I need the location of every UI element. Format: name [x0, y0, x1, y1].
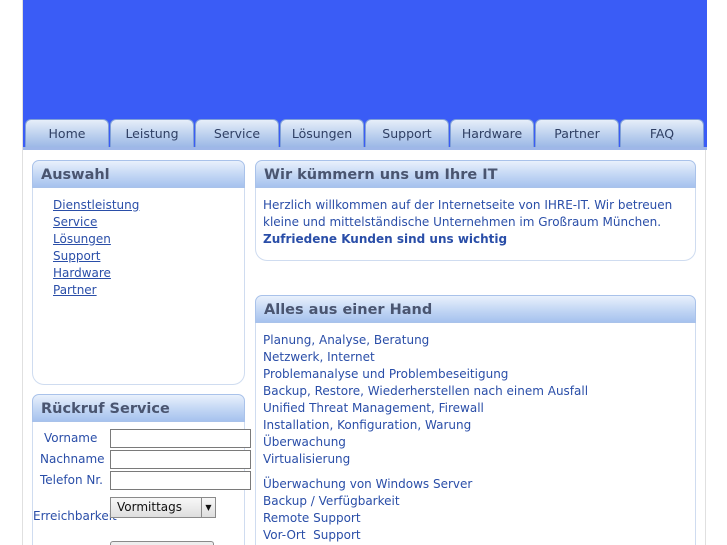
service-item: Überwachung	[263, 435, 346, 449]
nav-tab-leistung[interactable]: Leistung	[110, 119, 194, 147]
lastname-label: Nachname	[40, 452, 105, 466]
sidebar-link-dienstleistung[interactable]: Dienstleistung	[53, 198, 139, 212]
phone-input[interactable]	[110, 471, 251, 490]
availability-selected-value: Vormittags	[117, 500, 182, 514]
lastname-input[interactable]	[110, 450, 251, 469]
service-item: Unified Threat Management, Firewall	[263, 401, 484, 415]
nav-tab-home[interactable]: Home	[25, 119, 109, 147]
nav-tab-hardware[interactable]: Hardware	[450, 119, 534, 147]
sidebar-link-loesungen[interactable]: Lösungen	[53, 232, 111, 246]
availability-select[interactable]: Vormittags ▼	[110, 497, 216, 518]
callback-title: Rückruf Service	[32, 394, 245, 422]
submit-button[interactable]	[110, 541, 214, 545]
nav-tab-support[interactable]: Support	[365, 119, 449, 147]
firstname-label: Vorname	[44, 431, 98, 445]
sidebar-link-hardware[interactable]: Hardware	[53, 266, 111, 280]
welcome-highlight: Zufriedene Kunden sind uns wichtig	[263, 232, 508, 246]
service-item: Planung, Analyse, Beratung	[263, 333, 430, 347]
nav-tab-partner[interactable]: Partner	[535, 119, 619, 147]
service-item: Netzwerk, Internet	[263, 350, 375, 364]
service-item: Überwachung von Windows Server	[263, 477, 473, 491]
header-banner	[23, 0, 707, 118]
service-item: Vor-Ort Support	[263, 528, 361, 542]
dropdown-arrow-icon: ▼	[201, 498, 215, 517]
page-container: Home Leistung Service Lösungen Support H…	[22, 0, 707, 545]
firstname-input[interactable]	[110, 429, 251, 448]
nav-tab-service[interactable]: Service	[195, 119, 279, 147]
service-item: Installation, Konfiguration, Warung	[263, 418, 472, 432]
nav-tab-faq[interactable]: FAQ	[620, 119, 704, 147]
service-item: Virtualisierung	[263, 452, 351, 466]
sidebar-link-partner[interactable]: Partner	[53, 283, 97, 297]
main-navigation: Home Leistung Service Lösungen Support H…	[23, 116, 707, 150]
service-item: Backup, Restore, Wiederherstellen nach e…	[263, 384, 589, 398]
welcome-intro: Herzlich willkommen auf der Internetseit…	[263, 198, 673, 229]
sidebar-link-support[interactable]: Support	[53, 249, 100, 263]
service-item: Remote Support	[263, 511, 361, 525]
availability-label: Erreichbarkeit	[33, 509, 117, 523]
sidebar-link-service[interactable]: Service	[53, 215, 97, 229]
service-item: Problemanalyse und Problembeseitigung	[263, 367, 509, 381]
welcome-title: Wir kümmern uns um Ihre IT	[255, 160, 696, 188]
welcome-text: Herzlich willkommen auf der Internetseit…	[263, 197, 683, 248]
sidebar-title: Auswahl	[32, 160, 245, 188]
services-title: Alles aus einer Hand	[255, 295, 696, 323]
phone-label: Telefon Nr.	[40, 473, 103, 487]
service-item: Backup / Verfügbarkeit	[263, 494, 400, 508]
nav-tab-loesungen[interactable]: Lösungen	[280, 119, 364, 147]
